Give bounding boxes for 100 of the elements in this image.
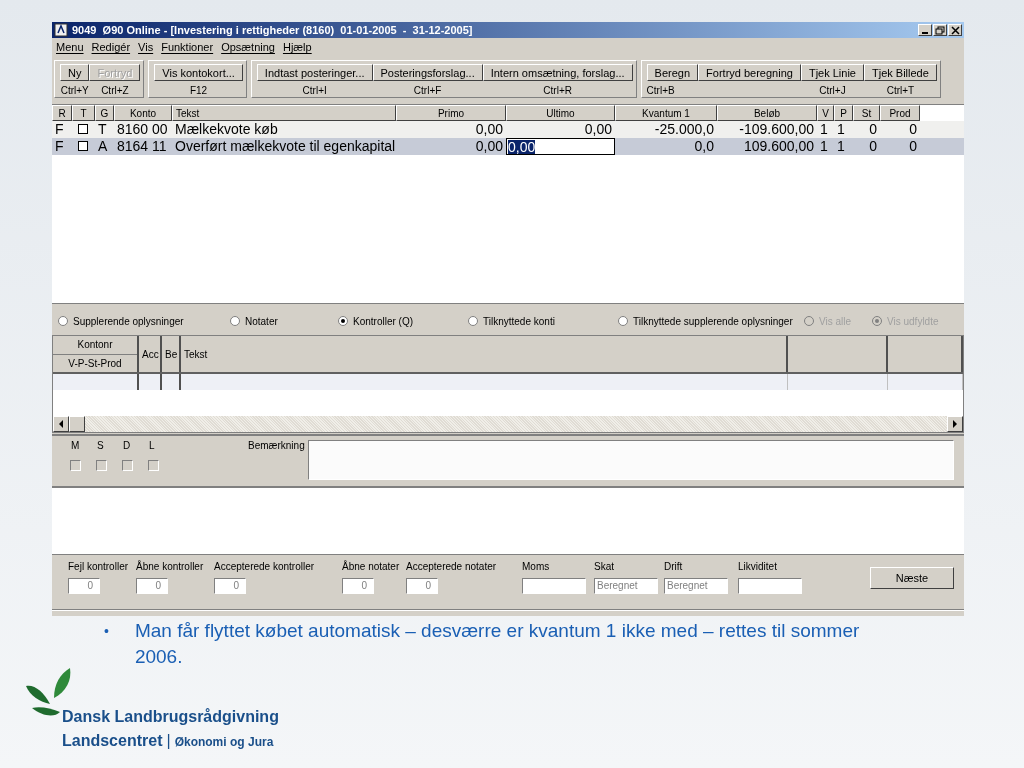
field-label: Moms <box>522 561 551 572</box>
menu-item[interactable]: Menu <box>56 41 84 55</box>
table-cell-text: F <box>54 138 65 155</box>
checkbox[interactable] <box>96 460 107 471</box>
table-row[interactable]: F A 8164 11 Overført mælkekvote til egenkapital 0,00 0,00 0,0 109.600,00 1 1 0 0 <box>52 138 964 155</box>
column-header[interactable]: Ultimo <box>506 105 615 121</box>
input-field[interactable]: 0 <box>342 578 374 594</box>
input-field[interactable]: 0 <box>136 578 168 594</box>
column-header[interactable]: V-P-St-Prod <box>53 354 137 372</box>
column-header[interactable]: Acc <box>139 336 162 372</box>
checkbox-label: S <box>96 440 105 453</box>
input-field[interactable] <box>522 578 586 594</box>
toolbar-button[interactable]: Posteringsforslag... <box>372 64 483 81</box>
toolbar-button[interactable]: Intern omsætning, forslag... <box>482 64 633 81</box>
radio-button[interactable] <box>618 316 628 326</box>
checkbox[interactable] <box>122 460 133 471</box>
restore-button[interactable] <box>933 24 947 36</box>
scroll-left-button[interactable] <box>53 416 69 432</box>
table-cell-text: -109.600,00 <box>738 121 815 138</box>
menu-item[interactable]: Hjælp <box>282 41 312 55</box>
toolbar-button[interactable]: Tjek Linie <box>800 64 864 81</box>
checkbox[interactable] <box>70 460 81 471</box>
input-field[interactable] <box>738 578 802 594</box>
table-cell-text: 0,0 <box>693 138 715 155</box>
radio-label: Notater <box>245 315 278 327</box>
scroll-thumb[interactable] <box>69 416 85 432</box>
column-header[interactable]: R <box>52 105 72 121</box>
input-field[interactable]: 0 <box>214 578 246 594</box>
table-cell-text: 8164 11 <box>116 138 168 155</box>
table-cell-text: -25.000,0 <box>653 121 715 138</box>
table-cell-text: 1 <box>836 121 846 138</box>
table-cell-text: 0 <box>908 121 918 138</box>
column-header[interactable]: T <box>72 105 95 121</box>
bullet: • <box>104 622 109 641</box>
shortcut-label: F12 <box>189 85 208 96</box>
column-header[interactable]: Beløb <box>717 105 817 121</box>
shortcut-label: Ctrl+Z <box>101 85 129 96</box>
table-row[interactable]: F T 8160 00 Mælkekvote køb 0,00 0,00 -25.000,0 -109.600,00 1 1 0 0 <box>52 121 964 138</box>
column-header[interactable]: Kontonr <box>53 336 137 355</box>
remark-field[interactable] <box>308 440 954 480</box>
toolbar-button[interactable]: Beregn <box>646 64 699 81</box>
column-header[interactable]: Konto <box>114 105 172 121</box>
column-header[interactable]: Kvantum 1 <box>615 105 717 121</box>
radio-button[interactable] <box>58 316 68 326</box>
input-field[interactable]: 0 <box>68 578 100 594</box>
menu-item[interactable]: Redigér <box>91 41 131 55</box>
field-label: Accepterede notater <box>406 561 498 572</box>
organization-name: Landscentret <box>62 732 163 750</box>
input-field[interactable]: 0 <box>406 578 438 594</box>
input-field[interactable]: 0,00 <box>506 138 615 155</box>
column-header[interactable]: Tekst <box>172 105 396 121</box>
checkbox[interactable] <box>78 141 88 151</box>
radio-option[interactable]: Notater <box>230 315 338 327</box>
minimize-button[interactable] <box>918 24 932 36</box>
toolbar-button[interactable]: Indtast posteringer... <box>256 64 373 81</box>
shortcut-label: Ctrl+Y <box>60 85 89 96</box>
radio-label: Kontroller (Q) <box>353 315 413 327</box>
column-header[interactable]: G <box>95 105 114 121</box>
table-cell-text: 8160 00 <box>116 121 169 138</box>
column-header[interactable]: Be <box>162 336 181 372</box>
checkbox-label: M <box>70 440 81 453</box>
checkbox[interactable] <box>148 460 159 471</box>
toolbar-button[interactable]: Vis kontokort... <box>154 64 243 81</box>
input-field[interactable]: Beregnet <box>594 578 658 594</box>
input-field[interactable]: Beregnet <box>664 578 728 594</box>
column-header[interactable]: Primo <box>396 105 506 121</box>
menu-item[interactable]: Funktioner <box>161 41 214 55</box>
next-button[interactable]: Næste <box>870 567 954 589</box>
toolbar-button[interactable]: Ny <box>60 64 90 81</box>
table-cell-text: 1 <box>836 138 846 155</box>
scroll-right-button[interactable] <box>947 416 963 432</box>
checkbox[interactable] <box>78 124 88 134</box>
scrollbar[interactable] <box>53 416 963 432</box>
column-header[interactable]: Prod <box>880 105 920 121</box>
field-label: Fejl kontroller <box>68 561 130 572</box>
toolbar-button[interactable]: Fortryd beregning <box>698 64 801 81</box>
table-cell-text: 1 <box>819 121 829 138</box>
radio-button[interactable] <box>468 316 478 326</box>
radio-option[interactable]: Supplerende oplysninger <box>58 315 230 327</box>
radio-option[interactable]: Tilknyttede konti <box>468 315 618 327</box>
table-cell-text: 0,00 <box>474 138 504 155</box>
shortcut-label: Ctrl+J <box>819 85 846 96</box>
radio-button[interactable] <box>338 316 348 326</box>
menu-item[interactable]: Vis <box>138 41 154 55</box>
column-header[interactable]: St <box>853 105 880 121</box>
table-cell-text: 0 <box>908 138 918 155</box>
column-header[interactable]: V <box>817 105 834 121</box>
field-label: Likviditet <box>738 561 778 572</box>
table-cell-text: T <box>97 121 108 138</box>
menu-item[interactable]: Opsætning <box>221 41 275 55</box>
column-header[interactable]: P <box>834 105 853 121</box>
column-header[interactable]: Tekst <box>181 336 788 372</box>
radio-option[interactable]: Kontroller (Q) <box>338 315 468 327</box>
close-button[interactable] <box>948 24 962 36</box>
radio-button[interactable] <box>230 316 240 326</box>
right-arrow-icon <box>952 420 958 428</box>
left-arrow-icon <box>58 420 64 428</box>
app-icon <box>54 23 68 37</box>
field-label: Accepterede kontroller <box>214 561 316 572</box>
toolbar-button[interactable]: Tjek Billede <box>864 64 937 81</box>
